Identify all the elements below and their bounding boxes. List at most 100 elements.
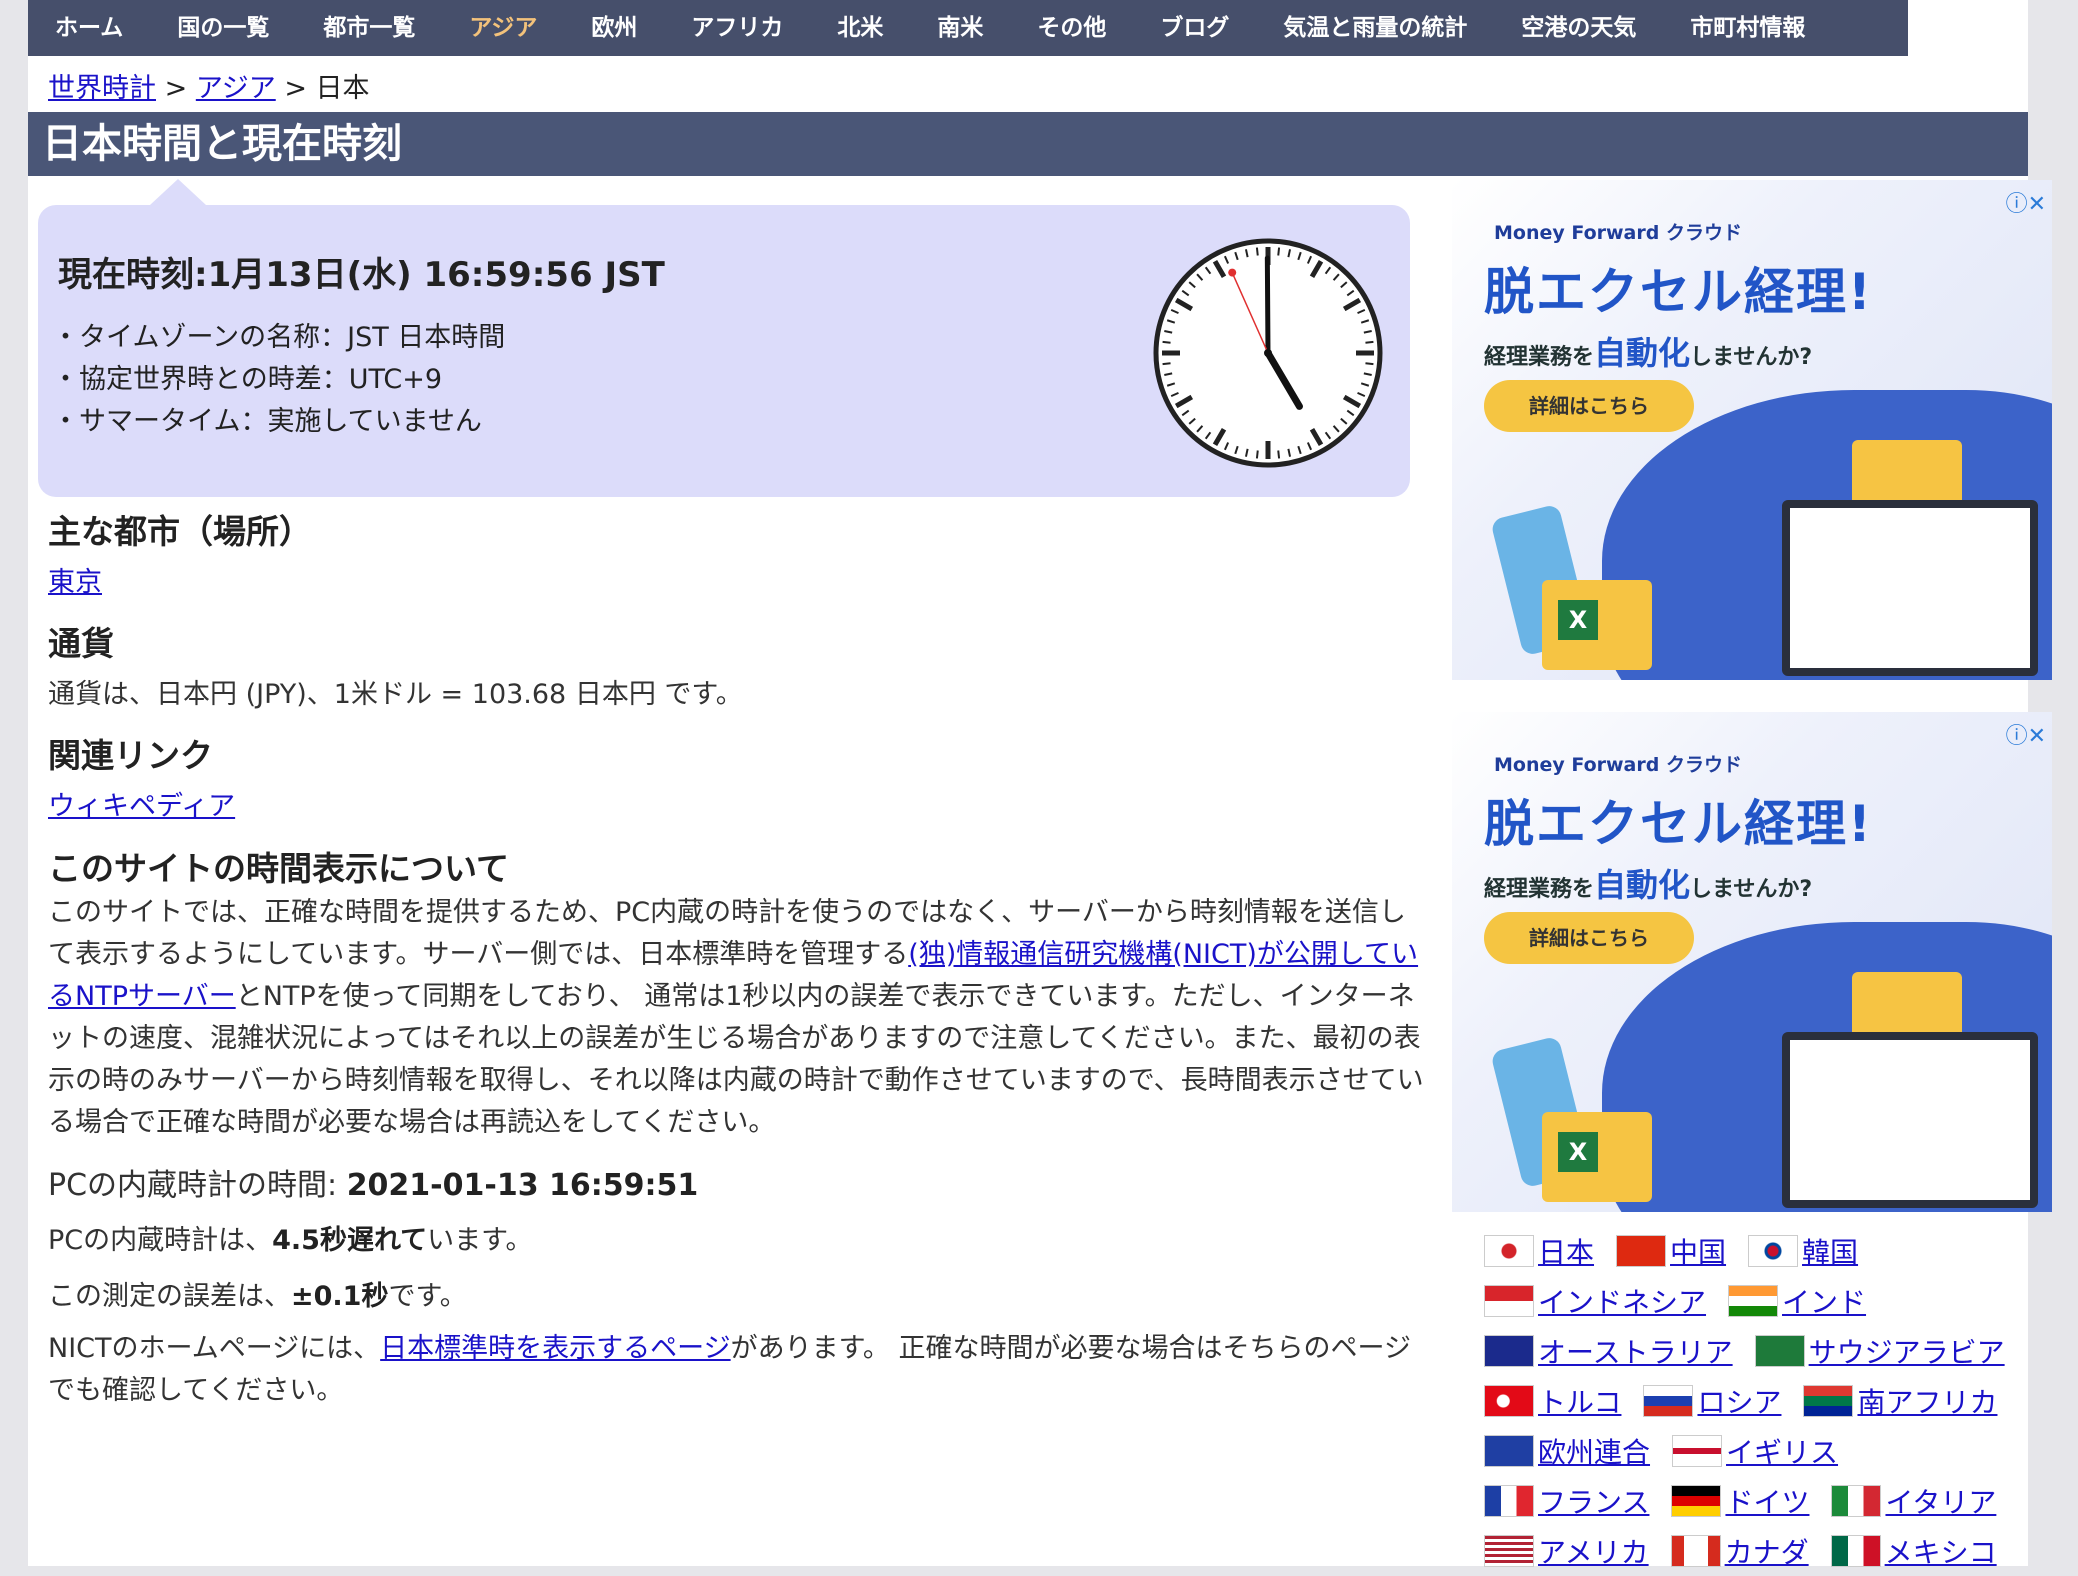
flag-tr-icon — [1484, 1385, 1534, 1417]
nav-link[interactable]: 市町村情報 — [1663, 0, 1832, 56]
country-link-id[interactable]: インドネシア — [1538, 1281, 1706, 1321]
flag-za-icon — [1803, 1385, 1854, 1417]
excel-icon: X — [1558, 600, 1598, 640]
flag-fr-icon — [1484, 1485, 1534, 1517]
ad-sub-emphasis: 自動化 — [1594, 334, 1691, 372]
country-link-mx[interactable]: メキシコ — [1885, 1531, 1997, 1571]
nav-link[interactable]: 空港の天気 — [1494, 0, 1663, 56]
country-item: インド — [1728, 1281, 1866, 1321]
timezone-info-list: ・タイムゾーンの名称：JST 日本時間 ・協定世界時との時差：UTC+9 ・サマ… — [52, 317, 505, 443]
country-row: トルコ ロシア 南アフリカ — [1484, 1376, 2044, 1426]
wikipedia-link[interactable]: ウィキペディア — [48, 791, 235, 822]
ad-headline: 脱エクセル経理! — [1484, 795, 1873, 853]
country-link-ru[interactable]: ロシア — [1697, 1381, 1781, 1421]
country-link-eu[interactable]: 欧州連合 — [1538, 1431, 1650, 1471]
ad-sub-emphasis: 自動化 — [1594, 866, 1691, 904]
country-link-de[interactable]: ドイツ — [1725, 1481, 1809, 1521]
error-text: この測定の誤差は、 — [48, 1281, 291, 1312]
country-item: オーストラリア — [1484, 1331, 1733, 1371]
related-section: 関連リンク — [48, 729, 213, 777]
country-link-cn[interactable]: 中国 — [1670, 1231, 1726, 1271]
about-text: とNTPを使って同期をしており、 通常は1秒以内の誤差で表示できています。ただし… — [48, 981, 1424, 1138]
nav-link[interactable]: ブログ — [1133, 0, 1256, 56]
error-text: です。 — [388, 1281, 467, 1312]
country-item: アメリカ — [1484, 1531, 1649, 1571]
delay-text: います。 — [427, 1225, 533, 1256]
timezone-name: ・タイムゾーンの名称：JST 日本時間 — [52, 322, 506, 353]
country-item: 韓国 — [1748, 1231, 1858, 1271]
country-link-jp[interactable]: 日本 — [1538, 1231, 1594, 1271]
country-link-us[interactable]: アメリカ — [1538, 1531, 1649, 1571]
nav-link[interactable]: 南米 — [910, 0, 1010, 56]
nav-link[interactable]: 欧州 — [564, 0, 664, 56]
advertisement-banner[interactable]: Money Forward クラウド 脱エクセル経理! 経理業務を自動化しません… — [1452, 712, 2052, 1212]
cities-heading: 主な都市（場所） — [48, 512, 312, 551]
flag-in-icon — [1728, 1285, 1779, 1317]
ad-headline: 脱エクセル経理! — [1484, 263, 1873, 321]
country-item: トルコ — [1484, 1381, 1621, 1421]
ad-subline: 経理業務を自動化しませんか? — [1484, 860, 1812, 906]
country-item: 中国 — [1616, 1231, 1726, 1271]
city-tokyo-link[interactable]: 東京 — [48, 567, 102, 598]
ad-brand: Money Forward クラウド — [1494, 754, 1742, 776]
flag-jp-icon — [1484, 1235, 1534, 1267]
nav-link[interactable]: 都市一覧 — [296, 0, 442, 56]
ad-sub-text: 経理業務を — [1484, 877, 1595, 902]
laptop-illustration-icon — [1782, 1032, 2038, 1208]
breadcrumb-current: 日本 — [315, 73, 370, 104]
utc-offset: ・協定世界時との時差：UTC+9 — [52, 364, 443, 395]
country-link-ca[interactable]: カナダ — [1725, 1531, 1809, 1571]
breadcrumb-home-link[interactable]: 世界時計 — [48, 73, 156, 104]
cities-section: 主な都市（場所） — [48, 505, 312, 553]
nav-link[interactable]: ホーム — [28, 0, 150, 56]
country-link-za[interactable]: 南アフリカ — [1857, 1381, 1997, 1421]
page-title: 日本時間と現在時刻 — [28, 112, 2028, 176]
related-heading: 関連リンク — [48, 736, 213, 775]
nav-link[interactable]: 北米 — [810, 0, 910, 56]
delay-row: PCの内蔵時計は、4.5秒遅れています。 — [48, 1218, 532, 1257]
country-link-sa[interactable]: サウジアラビア — [1809, 1331, 2005, 1371]
country-row: 日本 中国 韓国 — [1484, 1226, 2044, 1276]
currency-heading: 通貨 — [48, 624, 114, 663]
country-link-fr[interactable]: フランス — [1538, 1481, 1649, 1521]
delay-value: 4.5秒遅れて — [272, 1225, 428, 1256]
breadcrumb: 世界時計 > アジア > 日本 — [48, 66, 370, 105]
country-item: イタリア — [1831, 1481, 1996, 1521]
nav-link[interactable]: 気温と雨量の統計 — [1256, 0, 1494, 56]
about-section: このサイトの時間表示について — [48, 842, 509, 890]
flag-kr-icon — [1748, 1235, 1799, 1267]
country-link-it[interactable]: イタリア — [1885, 1481, 1996, 1521]
nav-link[interactable]: アジア — [442, 0, 564, 56]
nict-text: NICTのホームページには、 — [48, 1333, 381, 1364]
currency-text: 通貨は、日本円 (JPY)、1米ドル = 103.68 日本円 です。 — [48, 679, 743, 710]
ad-info-close-icon[interactable]: ⓘ✕ — [2006, 186, 2046, 218]
clock-minute-tick — [1277, 247, 1281, 256]
country-link-gb[interactable]: イギリス — [1726, 1431, 1838, 1471]
country-item: 日本 — [1484, 1231, 1594, 1271]
ad-info-close-icon[interactable]: ⓘ✕ — [2006, 718, 2046, 750]
about-heading: このサイトの時間表示について — [48, 849, 510, 888]
country-row: 欧州連合 イギリス — [1484, 1426, 2044, 1476]
country-link-tr[interactable]: トルコ — [1538, 1381, 1621, 1421]
breadcrumb-separator: > — [284, 73, 307, 104]
flag-eu-icon — [1484, 1435, 1534, 1467]
country-item: メキシコ — [1830, 1531, 1997, 1571]
country-row: アメリカ カナダ メキシコ — [1484, 1526, 2044, 1576]
country-link-in[interactable]: インド — [1782, 1281, 1866, 1321]
ad-details-button[interactable]: 詳細はこちら — [1484, 380, 1694, 432]
ad-details-button[interactable]: 詳細はこちら — [1484, 912, 1694, 964]
laptop-illustration-icon — [1782, 500, 2038, 676]
delay-text: PCの内蔵時計は、 — [48, 1225, 273, 1256]
jst-page-link[interactable]: 日本標準時を表示するページ — [380, 1333, 730, 1364]
clock-minute-tick — [1162, 340, 1171, 344]
current-time-box: 現在時刻:1月13日(水) 16:59:56 JST ・タイムゾーンの名称：JS… — [38, 179, 1410, 497]
breadcrumb-region-link[interactable]: アジア — [196, 73, 276, 104]
country-link-kr[interactable]: 韓国 — [1802, 1231, 1858, 1271]
nav-link[interactable]: その他 — [1010, 0, 1133, 56]
nav-link[interactable]: アフリカ — [664, 0, 810, 56]
country-link-au[interactable]: オーストラリア — [1538, 1331, 1733, 1371]
nav-link[interactable]: 国の一覧 — [150, 0, 296, 56]
advertisement-banner[interactable]: Money Forward クラウド 脱エクセル経理! 経理業務を自動化しません… — [1452, 180, 2052, 680]
page: ホーム 国の一覧 都市一覧 アジア 欧州 アフリカ 北米 南米 その他 ブログ 気温と雨量の統計 空港… — [28, 0, 2052, 1569]
clock-minute-tick — [1365, 340, 1374, 344]
